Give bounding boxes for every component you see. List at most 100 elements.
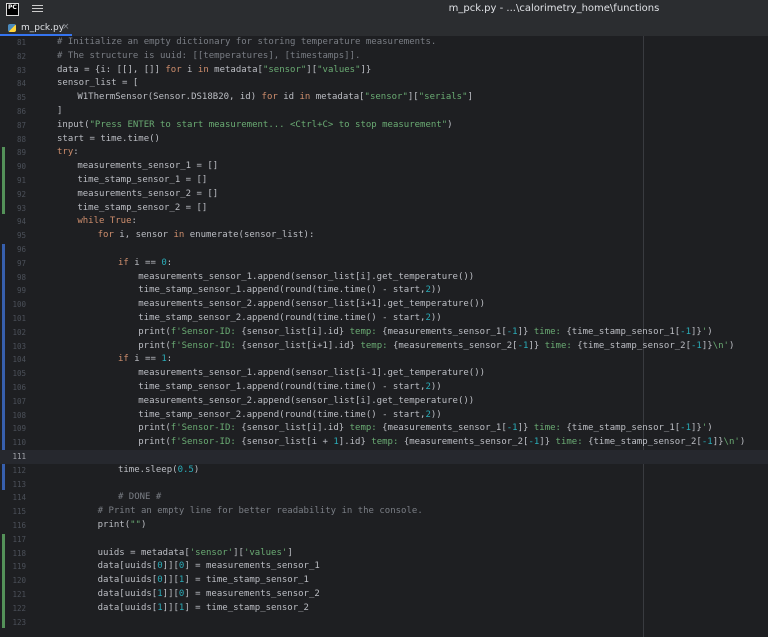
code-line[interactable]: 101 time_stamp_sensor_2.append(round(time…	[0, 312, 768, 326]
code-line[interactable]: 117	[0, 533, 768, 547]
code-token: i, sensor	[113, 230, 174, 241]
code-line[interactable]: 111	[0, 450, 768, 464]
code-line[interactable]: 97 if i == 0:	[0, 257, 768, 271]
code-token: "sensor"	[364, 92, 408, 103]
code-token: measurements_sensor_2.append(sensor_list…	[138, 395, 475, 406]
code-line[interactable]: 98 measurements_sensor_1.append(sensor_li…	[0, 271, 768, 285]
code-token: i ==	[128, 257, 162, 268]
code-line[interactable]: 89 try:	[0, 146, 768, 160]
code-line[interactable]: 115 # Print an empty line for better read…	[0, 505, 768, 519]
line-number: 101	[12, 314, 26, 323]
code-line[interactable]: 119 data[uuids[0]][0] = measurements_sens…	[0, 560, 768, 574]
code-line[interactable]: 109 print(f'Sensor-ID: {sensor_list[i].id…	[0, 422, 768, 436]
tab-m-pck-py[interactable]: m_pck.py ×	[0, 20, 72, 36]
code-line[interactable]: 112 time.sleep(0.5)	[0, 464, 768, 478]
code-token: for	[97, 230, 114, 241]
code-line[interactable]: 122 data[uuids[1]][1] = time_stamp_sensor…	[0, 602, 768, 616]
code-text: if i == 1:	[118, 353, 172, 367]
code-line[interactable]: 88 start = time.time()	[0, 133, 768, 147]
code-editor[interactable]: 81 # Initialize an empty dictionary for s…	[0, 36, 768, 637]
code-token: time_stamp_sensor_2.append(round(time.ti…	[138, 409, 426, 420]
code-line[interactable]: 123	[0, 616, 768, 630]
code-text: input("Press ENTER to start measurement.…	[57, 119, 453, 133]
line-number: 94	[16, 217, 26, 227]
line-number: 86	[16, 107, 26, 116]
code-line[interactable]: 90 measurements_sensor_1 = []	[0, 160, 768, 174]
code-token: {sensor_list[i].id}	[241, 326, 345, 337]
code-line[interactable]: 110 print(f'Sensor-ID: {sensor_list[i + 1…	[0, 436, 768, 450]
code-line[interactable]: 103 print(f'Sensor-ID: {sensor_list[i+1].…	[0, 340, 768, 354]
code-line[interactable]: 113	[0, 478, 768, 492]
code-line[interactable]: 83 data = {i: [[], []] for i in metadata[…	[0, 64, 768, 78]
line-number: 116	[12, 521, 26, 530]
code-line[interactable]: 94 while True:	[0, 215, 768, 229]
code-line[interactable]: 105 measurements_sensor_1.append(sensor_l…	[0, 367, 768, 381]
code-token: in	[173, 230, 185, 241]
code-text: data = {i: [[], []] for i in metadata["s…	[57, 64, 371, 78]
code-token: measurements_sensor_1 = []	[77, 161, 219, 172]
code-token: # Print an empty line for better readabi…	[97, 506, 423, 517]
line-number: 83	[16, 65, 26, 75]
code-token: measurements_sensor_2 = []	[77, 188, 219, 199]
code-line[interactable]: 86]	[0, 105, 768, 119]
code-text: data[uuids[1]][1] = time_stamp_sensor_2	[98, 602, 309, 616]
code-token: \n'	[712, 340, 729, 351]
code-text: print("")	[98, 519, 147, 533]
code-token: :	[131, 216, 137, 227]
line-number: 100	[12, 300, 26, 310]
code-token: {sensor_list[i +	[241, 437, 334, 448]
code-line[interactable]: 114 # DONE #	[0, 491, 768, 505]
code-line[interactable]: 87 input("Press ENTER to start measuremen…	[0, 119, 768, 133]
code-token: ] = measurements_sensor_1	[184, 561, 320, 572]
code-token: id	[277, 92, 300, 103]
code-token: time:	[550, 437, 589, 448]
code-line[interactable]: 84 sensor_list = [	[0, 77, 768, 91]
code-token: 'values'	[243, 547, 288, 558]
code-text: for i, sensor in enumerate(sensor_list):	[98, 229, 315, 243]
code-token: print(	[138, 437, 171, 448]
code-token: -1	[680, 326, 692, 337]
code-text: print(f'Sensor-ID: {sensor_list[i].id} t…	[138, 422, 712, 436]
code-text: measurements_sensor_2.append(sensor_list…	[138, 298, 485, 312]
code-text: data[uuids[1]][0] = measurements_sensor_…	[98, 588, 320, 602]
code-token: ))	[430, 409, 442, 420]
code-line[interactable]: 91 time_stamp_sensor_1 = []	[0, 174, 768, 188]
code-text: start = time.time()	[57, 133, 160, 147]
code-token: ]}	[691, 326, 702, 337]
code-text: measurements_sensor_1.append(sensor_list…	[138, 367, 485, 381]
code-line[interactable]: 118 uuids = metadata['sensor']['values']	[0, 547, 768, 561]
code-token: ]}	[712, 437, 724, 448]
code-line[interactable]: 107 measurements_sensor_2.append(sensor_l…	[0, 395, 768, 409]
code-token: {sensor_list[i+1].id}	[241, 340, 356, 351]
code-line[interactable]: 95 for i, sensor in enumerate(sensor_list…	[0, 229, 768, 243]
code-line[interactable]: 93 time_stamp_sensor_2 = []	[0, 202, 768, 216]
code-line[interactable]: 99 time_stamp_sensor_1.append(round(time.…	[0, 284, 768, 298]
line-number: 112	[12, 465, 26, 475]
line-number: 90	[16, 162, 26, 172]
code-token: :	[166, 257, 173, 268]
code-token: )	[739, 437, 746, 448]
close-tab-icon[interactable]: ×	[62, 22, 70, 32]
code-token: :	[73, 147, 79, 158]
code-token: temp:	[344, 326, 383, 337]
code-token: )	[707, 326, 713, 337]
code-token: ))	[430, 382, 442, 392]
code-line[interactable]: 120 data[uuids[0]][1] = time_stamp_sensor…	[0, 574, 768, 588]
code-line[interactable]: 116 print("")	[0, 519, 768, 533]
code-token: ][	[233, 547, 244, 558]
code-line[interactable]: 92 measurements_sensor_2 = []	[0, 188, 768, 202]
line-number: 93	[16, 203, 26, 213]
code-token: ]][	[162, 561, 179, 572]
code-line[interactable]: 104 if i == 1:	[0, 353, 768, 367]
code-line[interactable]: 81 # Initialize an empty dictionary for s…	[0, 36, 768, 50]
code-line[interactable]: 106 time_stamp_sensor_1.append(round(time…	[0, 381, 768, 395]
code-text: try:	[57, 146, 79, 160]
code-line[interactable]: 82 # The structure is uuid: [[temperature…	[0, 50, 768, 64]
code-line[interactable]: 100 measurements_sensor_2.append(sensor_l…	[0, 298, 768, 312]
code-line[interactable]: 102 print(f'Sensor-ID: {sensor_list[i].id…	[0, 326, 768, 340]
code-line[interactable]: 85 W1ThermSensor(Sensor.DS18B20, id) for …	[0, 91, 768, 105]
code-line[interactable]: 96	[0, 243, 768, 257]
code-token: ]}	[701, 340, 713, 351]
code-line[interactable]: 108 time_stamp_sensor_2.append(round(time…	[0, 409, 768, 423]
code-line[interactable]: 121 data[uuids[1]][0] = measurements_sens…	[0, 588, 768, 602]
